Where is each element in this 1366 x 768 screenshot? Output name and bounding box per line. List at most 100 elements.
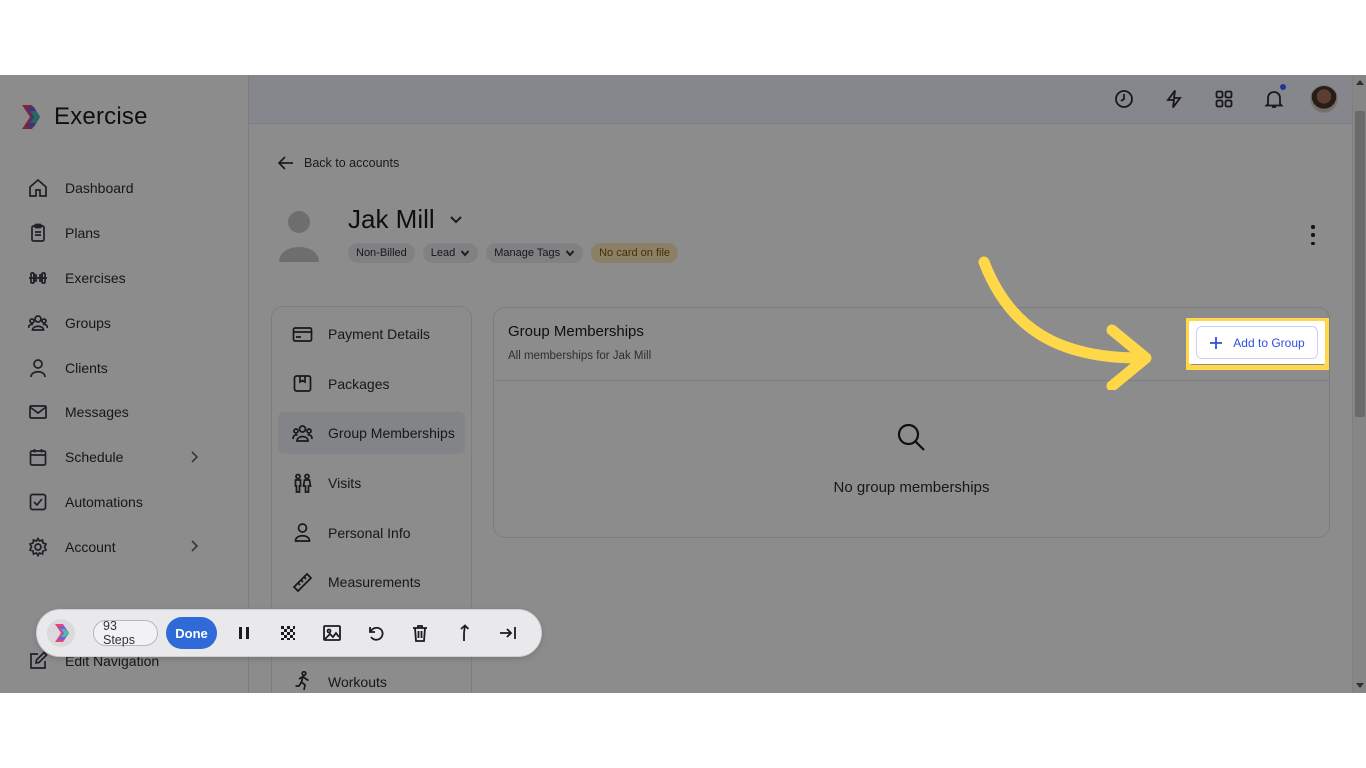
sidebar-item-automations[interactable]: Automations [0,480,249,525]
pause-button[interactable] [233,621,255,645]
subnav-measurements[interactable]: Measurements [278,561,465,603]
scroll-down-arrow[interactable] [1356,683,1364,688]
dot [1311,233,1315,237]
apps-button[interactable] [1210,85,1238,113]
user-avatar[interactable] [1310,85,1338,113]
sidebar-item-schedule[interactable]: Schedule [0,435,249,480]
notifications-button[interactable] [1260,84,1288,113]
sidebar-item-label: Clients [65,359,108,376]
sidebar-item-dashboard[interactable]: Dashboard [0,166,249,211]
tag-no-card-on-file: No card on file [591,243,679,263]
sidebar-item-messages[interactable]: Messages [0,390,249,435]
arrow-left-icon [277,156,293,170]
visits-icon [294,473,312,493]
checkbox-icon [29,493,47,511]
sidebar-item-label: Dashboard [65,180,134,197]
client-name-dropdown[interactable]: Jak Mill [348,204,463,235]
tag-label: Lead [430,247,456,259]
subnav-label: Personal Info [328,524,411,541]
subnav-label: Workouts [328,673,387,690]
more-options-button[interactable] [1310,225,1316,245]
subnav-payment-details[interactable]: Payment Details [278,313,465,355]
manage-tags-dropdown[interactable]: Manage Tags [486,243,584,263]
delete-button[interactable] [409,621,431,645]
subnav-label: Group Memberships [328,425,455,442]
client-avatar-placeholder-icon [279,211,319,262]
skip-to-end-button[interactable] [497,621,519,645]
move-up-button[interactable] [453,621,475,645]
apps-grid-icon [1215,90,1233,108]
done-button[interactable]: Done [166,617,217,649]
history-button[interactable] [1110,85,1138,113]
steps-counter: 93 Steps [93,619,159,647]
undo-button[interactable] [365,621,387,645]
sidebar-item-label: Messages [65,404,129,421]
clipboard-icon [31,223,45,243]
blur-button[interactable] [277,621,299,645]
arrow-up-bend-icon [460,624,470,641]
app-name: Exercise [54,103,148,130]
client-tags: Non-Billed Lead Manage Tags No card on f… [348,243,679,263]
app-window: Exercise Dashboard Plans Exercises Group… [0,75,1366,693]
users-icon [28,314,48,331]
gear-icon [28,536,48,557]
main-content: Back to accounts Jak Mill Non-Billed Lea… [249,124,1352,693]
chevron-down-icon [449,215,462,223]
subnav-label: Packages [328,375,390,392]
edit-icon [30,651,48,669]
sidebar-item-exercises[interactable]: Exercises [0,256,249,301]
tag-lead-dropdown[interactable]: Lead [422,243,479,263]
tag-non-billed[interactable]: Non-Billed [348,243,415,263]
sidebar: Exercise Dashboard Plans Exercises Group… [0,75,249,693]
sidebar-item-label: Groups [65,314,111,331]
user-icon [30,358,46,377]
empty-state-text: No group memberships [833,479,990,496]
card-title: Group Memberships [508,323,644,340]
subnav-label: Measurements [328,574,421,591]
bell-icon [1264,91,1284,108]
card-subtitle: All memberships for Jak Mill [508,350,652,362]
topbar [249,75,1352,124]
subnav-visits[interactable]: Visits [278,462,465,504]
back-label: Back to accounts [304,156,400,170]
scrollbar-thumb[interactable] [1355,111,1365,417]
chevron-right-icon [191,451,199,463]
calendar-icon [29,449,47,467]
search-icon [897,423,925,451]
scroll-up-arrow[interactable] [1356,80,1364,85]
home-icon [29,179,47,198]
chevron-right-icon [191,540,199,552]
tutorial-arrow-icon [978,256,1152,390]
sidebar-item-label: Plans [65,225,101,242]
subnav-workouts[interactable]: Workouts [278,661,465,693]
mail-icon [29,405,47,420]
page-scrollbar[interactable] [1352,75,1366,693]
chevron-down-icon [460,250,470,257]
back-to-accounts-link[interactable]: Back to accounts [277,155,399,171]
image-icon [322,625,341,641]
notification-dot [1280,84,1286,90]
sidebar-item-plans[interactable]: Plans [0,211,249,256]
package-icon [293,375,312,393]
sidebar-item-groups[interactable]: Groups [0,300,249,345]
client-name: Jak Mill [348,204,435,234]
sidebar-item-label: Account [65,538,116,555]
screenshot-button[interactable] [321,621,343,645]
add-to-group-button[interactable]: Add to Group [1196,326,1318,359]
dumbbell-icon [29,272,47,284]
subnav-personal-info[interactable]: Personal Info [278,512,465,554]
sidebar-item-label: Automations [65,493,143,510]
add-to-group-label: Add to Group [1233,335,1305,350]
recorder-logo [47,619,75,647]
logo-icon [22,105,40,129]
subnav-group-memberships[interactable]: Group Memberships [278,412,465,455]
ruler-icon [292,572,313,593]
sidebar-item-account[interactable]: Account [0,524,249,569]
subnav-packages[interactable]: Packages [278,363,465,405]
tag-label: No card on file [599,247,671,259]
app-logo[interactable]: Exercise [18,103,148,131]
trash-icon [412,625,427,642]
sidebar-item-clients[interactable]: Clients [0,345,249,390]
credit-card-icon [292,326,313,342]
quick-actions-button[interactable] [1160,85,1188,113]
